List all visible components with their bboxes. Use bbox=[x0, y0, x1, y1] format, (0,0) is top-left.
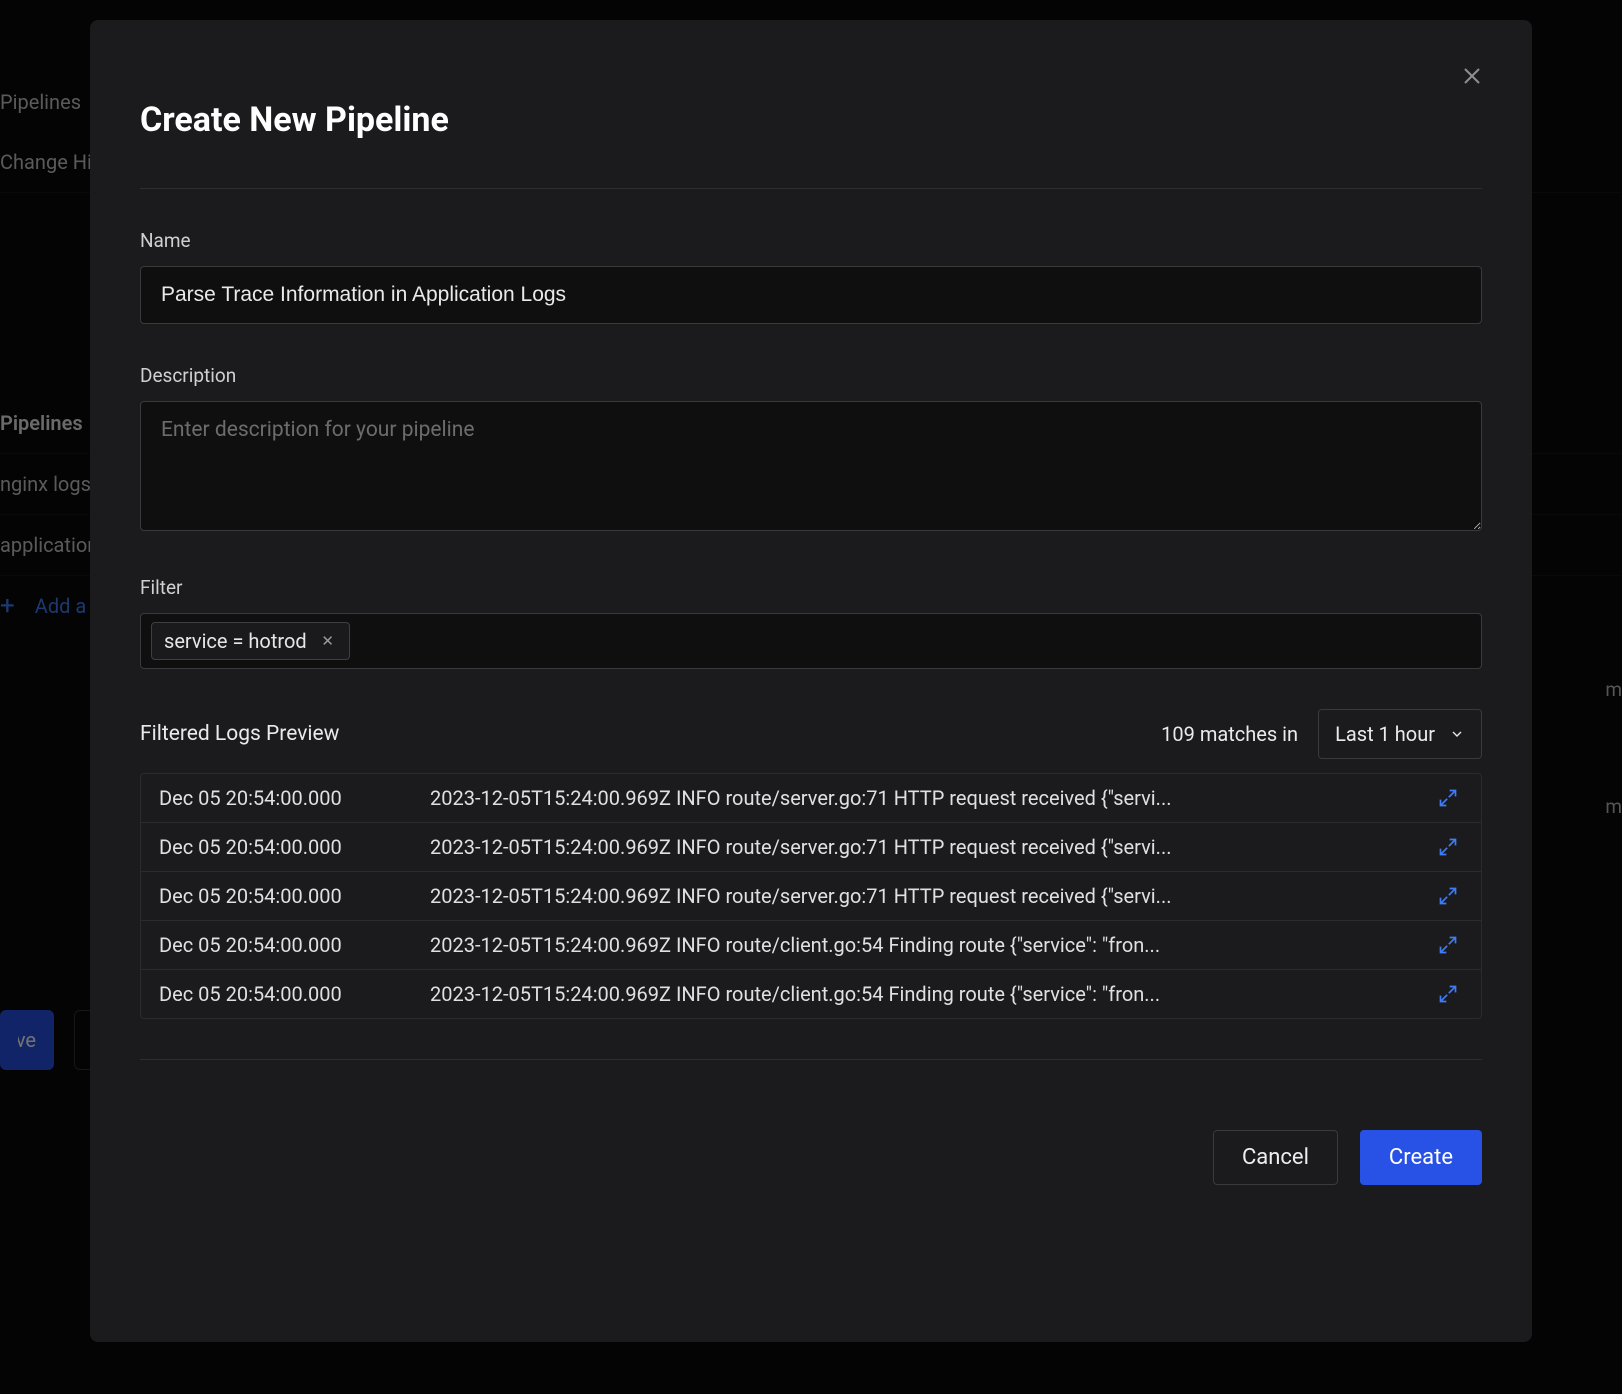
close-icon[interactable] bbox=[1456, 60, 1488, 92]
log-row[interactable]: Dec 05 20:54:00.000 2023-12-05T15:24:00.9… bbox=[141, 823, 1481, 872]
close-icon[interactable]: ✕ bbox=[319, 632, 337, 650]
log-message: 2023-12-05T15:24:00.969Z INFO route/serv… bbox=[430, 786, 1407, 810]
expand-icon[interactable] bbox=[1433, 886, 1463, 906]
modal-title: Create New Pipeline bbox=[140, 100, 1482, 140]
divider bbox=[140, 188, 1482, 189]
chevron-down-icon bbox=[1449, 726, 1465, 742]
log-row[interactable]: Dec 05 20:54:00.000 2023-12-05T15:24:00.9… bbox=[141, 921, 1481, 970]
filter-chip-text: service = hotrod bbox=[164, 629, 307, 653]
log-timestamp: Dec 05 20:54:00.000 bbox=[159, 982, 404, 1006]
log-message: 2023-12-05T15:24:00.969Z INFO route/serv… bbox=[430, 835, 1407, 859]
log-message: 2023-12-05T15:24:00.969Z INFO route/clie… bbox=[430, 933, 1407, 957]
filter-chip[interactable]: service = hotrod ✕ bbox=[151, 622, 350, 660]
divider bbox=[140, 1059, 1482, 1060]
create-pipeline-modal: Create New Pipeline Name Description Fil… bbox=[90, 20, 1532, 1342]
expand-icon[interactable] bbox=[1433, 788, 1463, 808]
filter-input[interactable]: service = hotrod ✕ bbox=[140, 613, 1482, 669]
expand-icon[interactable] bbox=[1433, 935, 1463, 955]
description-label: Description bbox=[140, 364, 1482, 387]
expand-icon[interactable] bbox=[1433, 984, 1463, 1004]
name-input[interactable] bbox=[140, 266, 1482, 324]
create-button[interactable]: Create bbox=[1360, 1130, 1482, 1185]
log-timestamp: Dec 05 20:54:00.000 bbox=[159, 786, 404, 810]
log-row[interactable]: Dec 05 20:54:00.000 2023-12-05T15:24:00.9… bbox=[141, 872, 1481, 921]
log-timestamp: Dec 05 20:54:00.000 bbox=[159, 933, 404, 957]
log-row[interactable]: Dec 05 20:54:00.000 2023-12-05T15:24:00.9… bbox=[141, 970, 1481, 1018]
cancel-button[interactable]: Cancel bbox=[1213, 1130, 1338, 1185]
match-count-text: 109 matches in bbox=[1161, 722, 1298, 746]
log-timestamp: Dec 05 20:54:00.000 bbox=[159, 884, 404, 908]
time-range-select[interactable]: Last 1 hour bbox=[1318, 709, 1482, 759]
log-message: 2023-12-05T15:24:00.969Z INFO route/clie… bbox=[430, 982, 1407, 1006]
name-label: Name bbox=[140, 229, 1482, 252]
filter-label: Filter bbox=[140, 576, 1482, 599]
expand-icon[interactable] bbox=[1433, 837, 1463, 857]
logs-preview-table: Dec 05 20:54:00.000 2023-12-05T15:24:00.9… bbox=[140, 773, 1482, 1019]
log-row[interactable]: Dec 05 20:54:00.000 2023-12-05T15:24:00.9… bbox=[141, 774, 1481, 823]
log-timestamp: Dec 05 20:54:00.000 bbox=[159, 835, 404, 859]
preview-title: Filtered Logs Preview bbox=[140, 722, 339, 746]
log-message: 2023-12-05T15:24:00.969Z INFO route/serv… bbox=[430, 884, 1407, 908]
description-input[interactable] bbox=[140, 401, 1482, 531]
